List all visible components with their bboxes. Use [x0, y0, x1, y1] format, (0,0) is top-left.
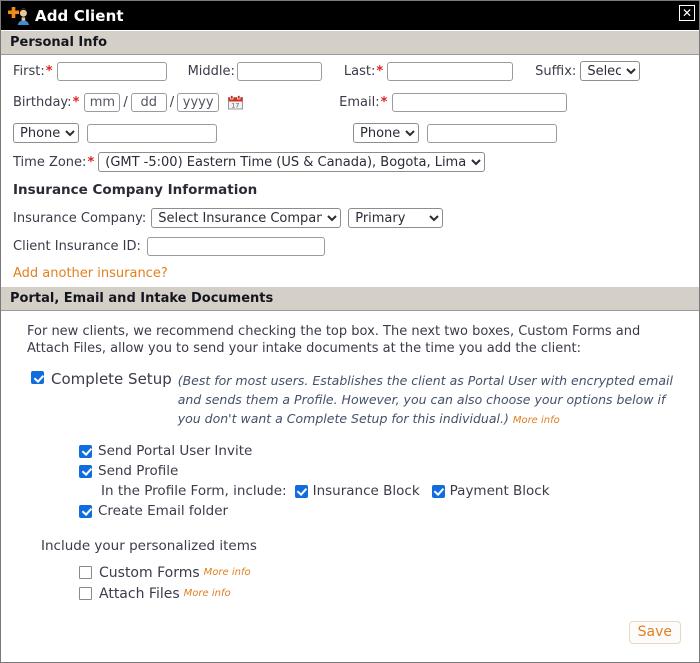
attach-files-label: Attach Files	[99, 585, 180, 602]
client-insurance-id-input[interactable]	[146, 236, 325, 256]
birthday-label: Birthday:*	[13, 95, 80, 110]
window-titlebar: Add Client ✕	[1, 1, 699, 30]
phone-input-right[interactable]	[427, 123, 557, 143]
suffix-label: Suffix:	[535, 63, 577, 79]
window-title: Add Client	[35, 6, 124, 25]
insurance-company-label: Insurance Company:	[13, 210, 147, 226]
required-marker: *	[376, 63, 384, 79]
more-info-link[interactable]: More info	[513, 415, 560, 426]
calendar-icon[interactable]: 17	[228, 95, 244, 110]
first-name-input[interactable]	[56, 61, 167, 81]
personal-info-pane: First:* Middle: Last:* Suffix: Select Bi…	[1, 55, 699, 286]
middle-name-input[interactable]	[236, 61, 322, 81]
create-email-folder-row: Create Email folder	[79, 501, 685, 521]
timezone-label: Time Zone:*	[13, 154, 95, 170]
svg-text:17: 17	[231, 101, 239, 109]
portal-intro-text: For new clients, we recommend checking t…	[27, 324, 641, 356]
name-row: First:* Middle: Last:* Suffix: Select	[1, 55, 699, 87]
timezone-row: Time Zone:* (GMT -5:00) Eastern Time (US…	[1, 148, 699, 176]
phone-row: Phone Phone	[1, 118, 699, 148]
complete-setup-description: (Best for most users. Establishes the cl…	[177, 373, 673, 426]
save-button-container: Save	[628, 621, 681, 644]
complete-setup-label: Complete Setup	[51, 370, 172, 388]
timezone-select[interactable]: (GMT -5:00) Eastern Time (US & Canada), …	[98, 152, 486, 172]
email-input[interactable]	[392, 93, 568, 112]
send-profile-label: Send Profile	[98, 463, 179, 479]
last-name-label: Last:*	[343, 63, 384, 79]
close-icon[interactable]: ✕	[679, 5, 695, 21]
add-client-dialog: Add Client ✕ Personal Info First:* Middl…	[0, 0, 700, 663]
send-profile-row: Send Profile	[79, 461, 685, 481]
birthday-email-row: Birthday:* / / 17 Email:*	[1, 87, 699, 118]
insurance-company-select[interactable]: Select Insurance Company	[151, 208, 342, 228]
client-insurance-id-row: Client Insurance ID:	[1, 232, 699, 260]
insurance-company-row: Insurance Company: Select Insurance Comp…	[1, 204, 699, 232]
save-button[interactable]: Save	[628, 621, 681, 644]
last-name-input[interactable]	[387, 61, 514, 81]
phone-type-select-right[interactable]: Phone	[353, 123, 419, 143]
date-separator: /	[123, 95, 128, 110]
section-header-portal: Portal, Email and Intake Documents	[1, 286, 699, 311]
insurance-section-heading: Insurance Company Information	[13, 182, 258, 198]
more-info-link[interactable]: More info	[204, 567, 251, 578]
personalized-items-label: Include your personalized items	[41, 538, 257, 554]
birthday-day-input[interactable]	[130, 93, 167, 112]
phone-type-select-left[interactable]: Phone	[13, 123, 79, 143]
phone-input-left[interactable]	[87, 123, 217, 143]
create-email-folder-checkbox[interactable]	[79, 504, 92, 518]
send-portal-invite-row: Send Portal User Invite	[79, 441, 685, 461]
add-person-icon	[7, 5, 33, 27]
insurance-priority-select[interactable]: Primary	[348, 208, 444, 228]
profile-include-label: In the Profile Form, include:	[101, 483, 287, 499]
custom-forms-row: Custom Forms More info	[79, 562, 685, 583]
payment-block-label: Payment Block	[449, 483, 550, 499]
send-profile-checkbox[interactable]	[79, 464, 92, 478]
required-marker: *	[72, 95, 80, 110]
birthday-year-input[interactable]	[177, 93, 220, 112]
custom-forms-checkbox[interactable]	[79, 566, 92, 579]
portal-options-list: Send Portal User Invite Send Profile In …	[79, 441, 685, 521]
payment-block-checkbox[interactable]	[431, 484, 445, 498]
required-marker: *	[380, 95, 388, 110]
add-another-insurance-link[interactable]: Add another insurance?	[13, 266, 168, 281]
attach-files-row: Attach Files More info	[79, 583, 685, 604]
insurance-block-checkbox[interactable]	[294, 484, 308, 498]
create-email-folder-label: Create Email folder	[98, 503, 229, 519]
email-label: Email:*	[339, 95, 388, 110]
personalized-items-list: Custom Forms More info Attach Files More…	[79, 562, 685, 604]
suffix-select[interactable]: Select	[580, 61, 641, 81]
required-marker: *	[45, 63, 53, 79]
birthday-month-input[interactable]	[84, 93, 121, 112]
required-marker: *	[87, 154, 95, 170]
first-name-label: First:*	[13, 63, 53, 79]
portal-pane: For new clients, we recommend checking t…	[1, 311, 699, 662]
complete-setup-checkbox[interactable]	[31, 371, 44, 384]
send-portal-invite-checkbox[interactable]	[79, 444, 92, 458]
insurance-heading-row: Insurance Company Information	[1, 176, 699, 204]
send-portal-invite-label: Send Portal User Invite	[98, 443, 253, 459]
more-info-link[interactable]: More info	[184, 588, 231, 599]
profile-include-row: In the Profile Form, include: Insurance …	[101, 481, 685, 501]
date-separator: /	[169, 95, 175, 110]
add-another-insurance-row: Add another insurance?	[1, 260, 699, 286]
insurance-block-label: Insurance Block	[312, 483, 420, 499]
client-insurance-id-label: Client Insurance ID:	[13, 238, 141, 254]
attach-files-checkbox[interactable]	[79, 587, 92, 600]
complete-setup-row: Complete Setup (Best for most users. Est…	[31, 371, 685, 430]
section-header-personal-info: Personal Info	[1, 30, 699, 55]
middle-name-label: Middle:	[187, 63, 235, 79]
custom-forms-label: Custom Forms	[99, 564, 200, 581]
